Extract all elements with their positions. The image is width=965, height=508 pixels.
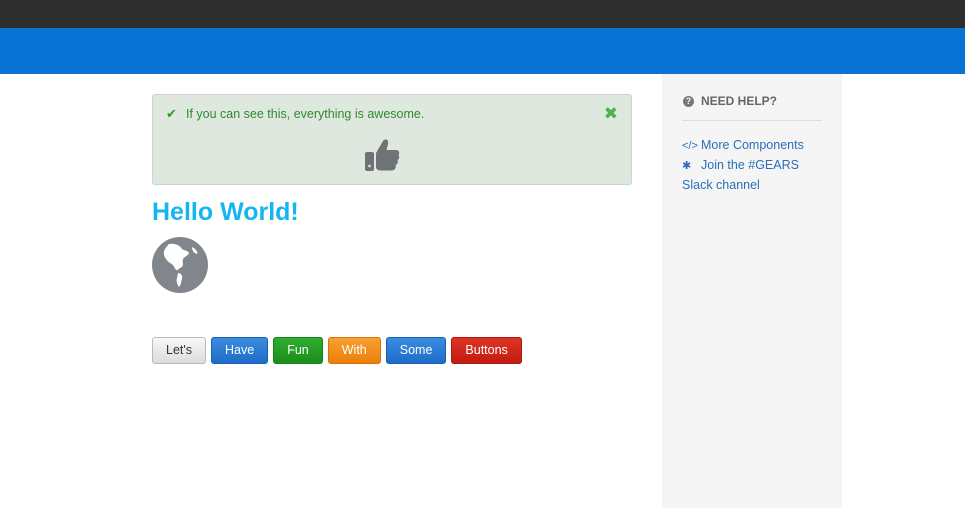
thumbs-up-icon (365, 139, 400, 171)
help-heading-text: NEED HELP? (701, 94, 778, 108)
check-icon: ✔ (166, 106, 177, 121)
top-system-bar (0, 0, 965, 28)
page-title: Hello World! (152, 198, 299, 226)
help-links: </> More Components ✱ Join the #GEARS Slac… (682, 136, 832, 195)
lets-button[interactable]: Let's (152, 337, 207, 364)
button-group: Let's Have Fun With Some Buttons (152, 337, 527, 364)
more-components-link[interactable]: </> More Components (682, 136, 832, 156)
help-heading: ? NEED HELP? (683, 94, 823, 108)
more-components-label: More Components (701, 138, 804, 152)
alert-message: If you can see this, everything is aweso… (186, 107, 425, 121)
code-icon: </> (682, 140, 698, 152)
question-icon: ? (683, 95, 694, 107)
help-sidebar: ? NEED HELP? </> More Components ✱ Join th… (662, 74, 842, 508)
success-alert: ✔ If you can see this, everything is awe… (152, 94, 632, 185)
have-button[interactable]: Have (211, 337, 269, 364)
close-icon[interactable]: ✖ (604, 104, 618, 124)
globe-icon (152, 237, 208, 293)
join-gears-link[interactable]: ✱ Join the #GEARS (682, 156, 832, 176)
slack-channel-link[interactable]: Slack channel (682, 176, 832, 195)
divider (682, 120, 822, 121)
gear-icon: ✱ (682, 160, 692, 172)
fun-button[interactable]: Fun (273, 337, 323, 364)
buttons-button[interactable]: Buttons (451, 337, 522, 364)
some-button[interactable]: Some (385, 337, 447, 364)
with-button[interactable]: With (327, 337, 381, 364)
header-bar (0, 28, 965, 74)
join-gears-label: Join the #GEARS (701, 158, 799, 172)
